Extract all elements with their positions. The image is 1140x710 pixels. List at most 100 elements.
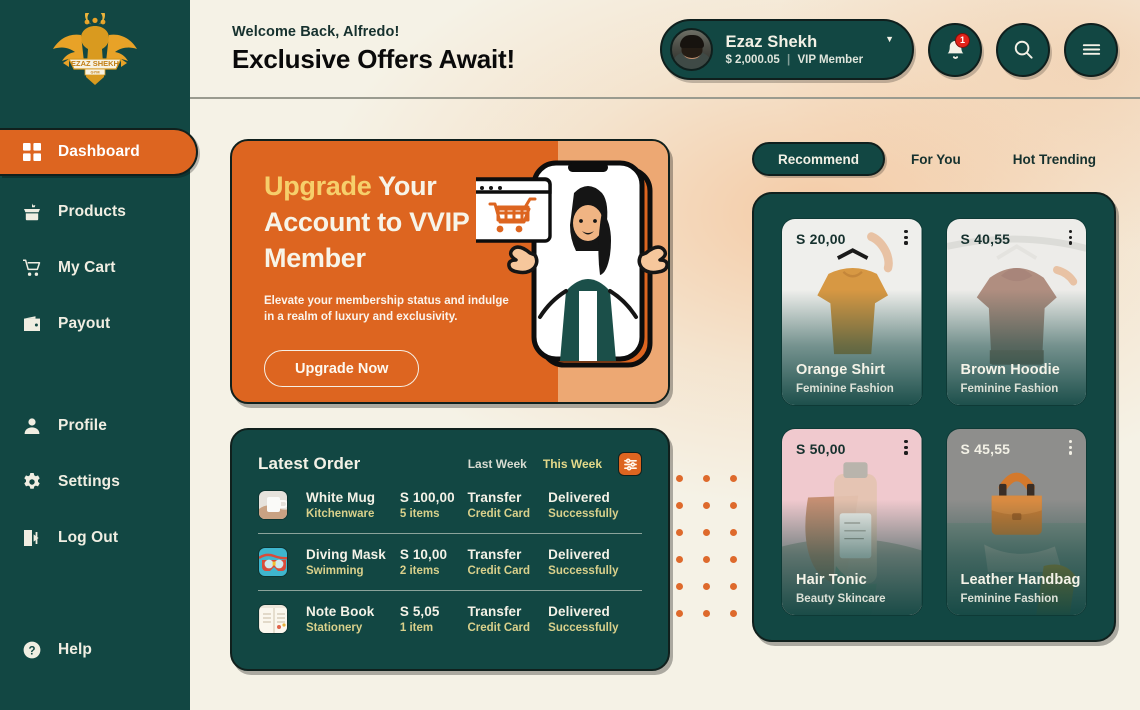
top-header: Welcome Back, Alfredo! Exclusive Offers …	[190, 0, 1140, 99]
dashboard-app: EZAZ SHEKH GYM Dashboard Products My Car…	[0, 0, 1140, 710]
promo-title: Upgrade Your Account to VVIP Member	[264, 169, 514, 277]
order-product: Note Book Stationery	[288, 604, 400, 634]
sidebar-item-label: Settings	[58, 473, 120, 490]
order-status-sub: Successfully	[548, 507, 619, 520]
sidebar-item-payout[interactable]: Payout	[0, 302, 190, 346]
sidebar-item-label: Products	[58, 203, 126, 220]
tab-for-you[interactable]: For You	[885, 143, 987, 175]
sidebar-item-my-cart[interactable]: My Cart	[0, 246, 190, 290]
sidebar-nav: Dashboard Products My Cart Payout Profil…	[0, 128, 198, 672]
product-category: Feminine Fashion	[960, 383, 1059, 395]
promo-title-highlight: Upgrade	[264, 171, 372, 201]
user-profile-chip[interactable]: Ezaz Shekh $ 2,000.05 | VIP Member ▼	[660, 19, 914, 80]
tab-recommend[interactable]: Recommend	[752, 142, 886, 176]
order-name: White Mug	[306, 489, 376, 505]
order-method: Transfer	[467, 603, 522, 619]
order-status: Delivered	[548, 546, 610, 562]
product-card-brown-hoodie[interactable]: S 40,55 Brown Hoodie Feminine Fashion	[945, 218, 1087, 406]
order-status-block: Delivered Successfully	[548, 547, 642, 577]
search-button[interactable]	[996, 22, 1050, 77]
latest-order-controls: Last Week This Week	[468, 452, 642, 476]
product-price: S 40,55	[960, 231, 1011, 247]
welcome-text: Welcome Back, Alfredo!	[232, 24, 400, 40]
order-product: White Mug Kitchenware	[288, 490, 400, 520]
product-category: Feminine Fashion	[960, 593, 1059, 605]
sidebar-item-dashboard[interactable]: Dashboard	[0, 128, 198, 176]
product-name: Orange Shirt	[796, 362, 886, 378]
user-balance: $ 2,000.05	[725, 54, 780, 66]
menu-button[interactable]	[1064, 22, 1118, 77]
order-method-sub: Credit Card	[467, 621, 531, 634]
sidebar-item-settings[interactable]: Settings	[0, 460, 190, 504]
header-actions: Ezaz Shekh $ 2,000.05 | VIP Member ▼ 1	[660, 19, 1118, 80]
order-status: Delivered	[548, 603, 610, 619]
upgrade-now-button[interactable]: Upgrade Now	[264, 350, 420, 388]
brand-logo[interactable]: EZAZ SHEKH GYM	[0, 0, 190, 100]
order-method: Transfer	[467, 546, 522, 562]
order-method-block: Transfer Credit Card	[467, 490, 548, 520]
order-name: Note Book	[306, 603, 375, 619]
product-price: S 20,00	[796, 231, 846, 247]
order-status-sub: Successfully	[548, 621, 619, 634]
order-method-block: Transfer Credit Card	[467, 604, 548, 634]
product-card-orange-shirt[interactable]: S 20,00 Orange Shirt Feminine Fashion	[781, 218, 923, 406]
table-row[interactable]: Diving Mask Swimming S 10,00 2 items Tra…	[258, 533, 642, 590]
order-price: S 100,00	[399, 489, 455, 505]
cart-icon	[22, 258, 42, 278]
svg-text:GYM: GYM	[90, 70, 100, 75]
sidebar-item-log-out[interactable]: Log Out	[0, 516, 190, 560]
user-details: Ezaz Shekh $ 2,000.05 | VIP Member	[725, 33, 863, 66]
more-options-icon[interactable]	[1068, 440, 1072, 455]
svg-text:?: ?	[28, 645, 35, 657]
order-items: 2 items	[399, 564, 440, 577]
sidebar-item-label: My Cart	[58, 259, 116, 276]
user-membership: VIP Member	[797, 54, 864, 66]
gear-icon	[22, 472, 42, 492]
search-icon	[1014, 40, 1033, 59]
product-price: S 50,00	[796, 441, 846, 457]
question-circle-icon: ?	[22, 640, 42, 660]
order-category: Stationery	[306, 621, 363, 634]
avatar	[670, 28, 714, 71]
hamburger-menu-icon	[1082, 44, 1100, 55]
order-category: Swimming	[306, 564, 364, 577]
product-name: Brown Hoodie	[960, 362, 1060, 378]
sidebar-item-products[interactable]: Products	[0, 190, 190, 234]
grid-icon	[22, 142, 42, 162]
filter-this-week[interactable]: This Week	[543, 457, 602, 471]
notifications-button[interactable]: 1	[928, 22, 982, 77]
order-method-sub: Credit Card	[467, 507, 531, 520]
page-title: Exclusive Offers Await!	[232, 44, 515, 74]
tab-hot-trending[interactable]: Hot Trending	[987, 143, 1122, 175]
svg-text:EZAZ SHEKH: EZAZ SHEKH	[71, 59, 119, 68]
sidebar-item-label: Profile	[58, 417, 107, 434]
more-options-icon[interactable]	[904, 230, 908, 245]
product-card-hair-tonic[interactable]: S 50,00 Hair Tonic Beauty Skincare	[781, 428, 923, 616]
sidebar-item-label: Log Out	[58, 529, 119, 546]
sidebar-item-label: Help	[58, 641, 92, 658]
product-card-leather-handbag[interactable]: S 45,55 Leather Handbag Feminine Fashion	[945, 428, 1087, 616]
filter-last-week[interactable]: Last Week	[468, 457, 527, 471]
sidebar-item-profile[interactable]: Profile	[0, 404, 190, 448]
user-name: Ezaz Shekh	[725, 33, 818, 51]
chevron-down-icon[interactable]: ▼	[885, 34, 894, 44]
filter-sliders-icon	[623, 457, 637, 471]
more-options-icon[interactable]	[904, 440, 908, 455]
latest-order-title: Latest Order	[258, 454, 361, 473]
latest-order-list: White Mug Kitchenware S 100,00 5 items T…	[258, 476, 642, 647]
order-items: 1 item	[399, 621, 434, 634]
diving-mask-thumbnail	[258, 546, 288, 577]
product-category: Beauty Skincare	[796, 593, 886, 605]
sidebar: EZAZ SHEKH GYM Dashboard Products My Car…	[0, 0, 198, 710]
order-items: 5 items	[399, 507, 440, 520]
table-row[interactable]: Note Book Stationery S 5,05 1 item Trans…	[258, 590, 642, 647]
order-price-block: S 100,00 5 items	[400, 490, 468, 520]
product-name: Leather Handbag	[960, 572, 1081, 588]
more-options-icon[interactable]	[1068, 230, 1072, 245]
latest-order-card: Latest Order Last Week This Week White M…	[230, 428, 670, 671]
table-row[interactable]: White Mug Kitchenware S 100,00 5 items T…	[258, 476, 642, 533]
sidebar-item-help[interactable]: ? Help	[0, 628, 190, 672]
order-category: Kitchenware	[306, 507, 375, 520]
filter-button[interactable]	[618, 452, 642, 476]
